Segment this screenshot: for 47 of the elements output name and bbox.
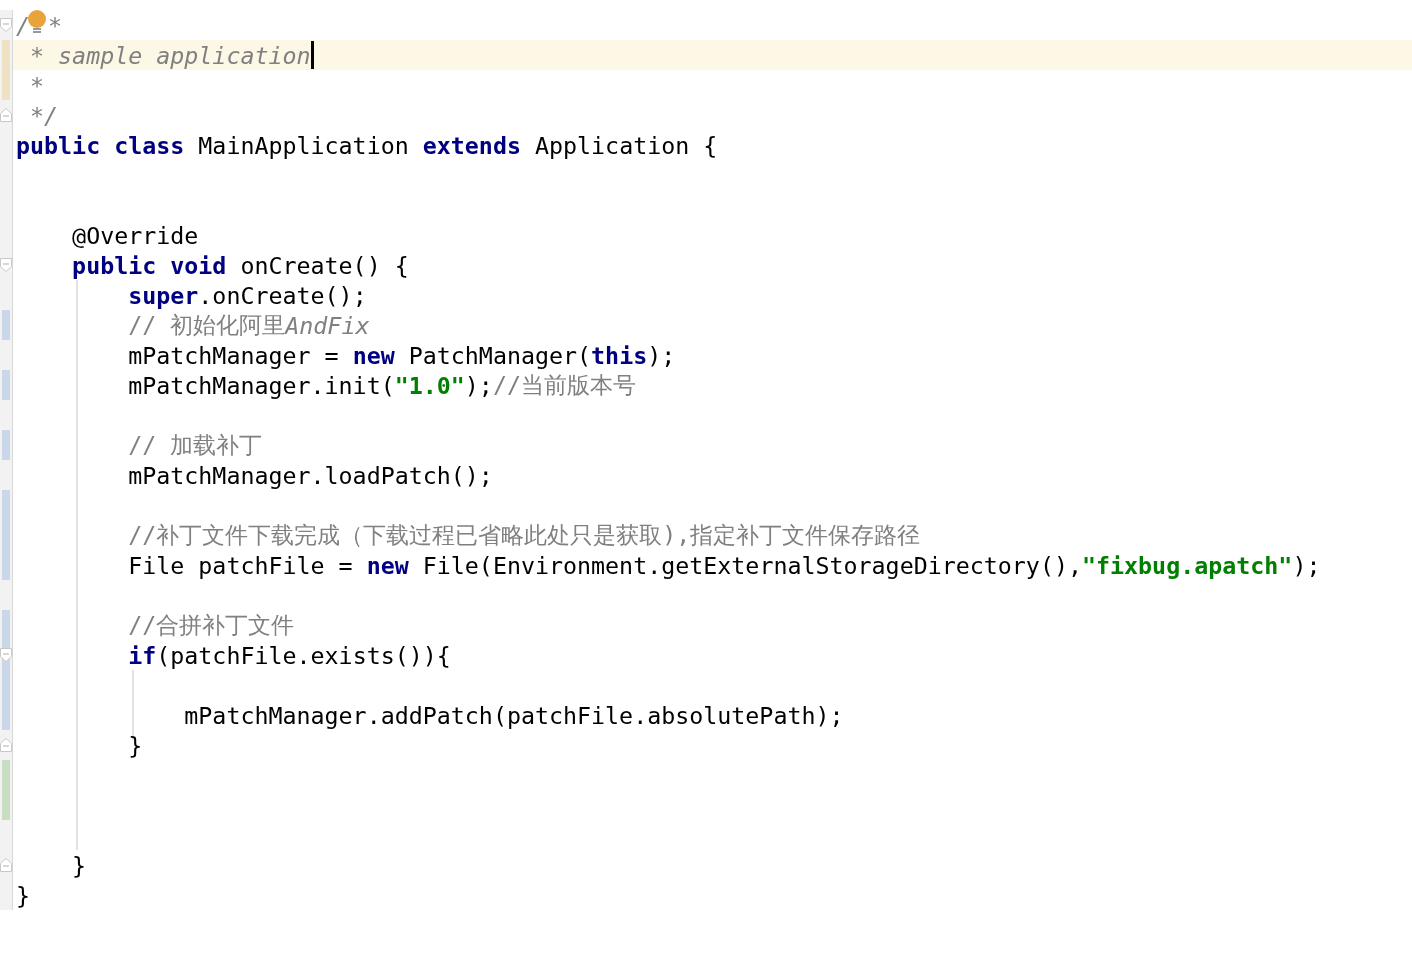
fold-icon[interactable] [0, 738, 12, 752]
doc-comment: / [16, 11, 31, 39]
fold-icon[interactable] [0, 108, 12, 122]
code-text: } [127, 731, 143, 759]
code-keyword: extends [422, 131, 521, 159]
code-text: File(Environment.getExternalStorageDirectory(), [421, 551, 1082, 579]
doc-comment: * [48, 11, 63, 39]
code-comment: //当前版本号 [492, 369, 636, 400]
code-keyword: public void [71, 251, 227, 279]
code-text: PatchManager( [407, 341, 592, 369]
string-literal: "1.0" [394, 371, 465, 399]
code-keyword: public class [16, 131, 185, 159]
code-keyword: if [127, 641, 157, 669]
fold-icon[interactable] [0, 18, 12, 32]
doc-comment: */ [29, 101, 59, 129]
doc-comment: * [29, 71, 45, 99]
code-keyword: new [366, 551, 409, 579]
code-text: onCreate() { [239, 251, 409, 279]
fold-icon[interactable] [0, 858, 12, 872]
code-text: mPatchManager.init( [127, 371, 395, 399]
code-comment: AndFix [285, 311, 370, 339]
lightbulb-icon[interactable] [26, 10, 49, 34]
code-text: File patchFile = [127, 551, 354, 579]
code-text: (patchFile.exists()){ [156, 641, 451, 669]
code-text: ); [1292, 551, 1321, 579]
code-text: mPatchManager.addPatch(patchFile.absolutePath); [183, 701, 844, 729]
code-text: @Override [71, 221, 199, 249]
code-text: mPatchManager = [127, 341, 340, 369]
code-comment: //合拼补丁文件 [127, 609, 295, 640]
code-text: Application { [533, 131, 718, 159]
code-keyword: new [352, 341, 395, 369]
code-comment: //补丁文件下载完成（下载过程已省略此处只是获取),指定补丁文件保存路径 [127, 519, 921, 550]
string-literal: "fixbug.apatch" [1082, 551, 1293, 579]
fold-icon[interactable] [0, 258, 12, 272]
code-keyword: this [591, 341, 648, 369]
fold-icon[interactable] [0, 648, 12, 662]
code-text: .onCreate(); [198, 281, 367, 309]
code-text: } [16, 881, 31, 909]
code-keyword: super [127, 281, 199, 309]
code-text: ); [647, 341, 676, 369]
code-text: } [71, 851, 87, 879]
doc-comment: * sample application [29, 41, 311, 69]
text-caret [310, 41, 314, 69]
code-text: ); [464, 371, 493, 399]
code-text: mPatchManager.loadPatch(); [127, 461, 493, 489]
code-text: MainApplication [197, 131, 410, 159]
code-comment: // 加载补丁 [127, 429, 263, 460]
